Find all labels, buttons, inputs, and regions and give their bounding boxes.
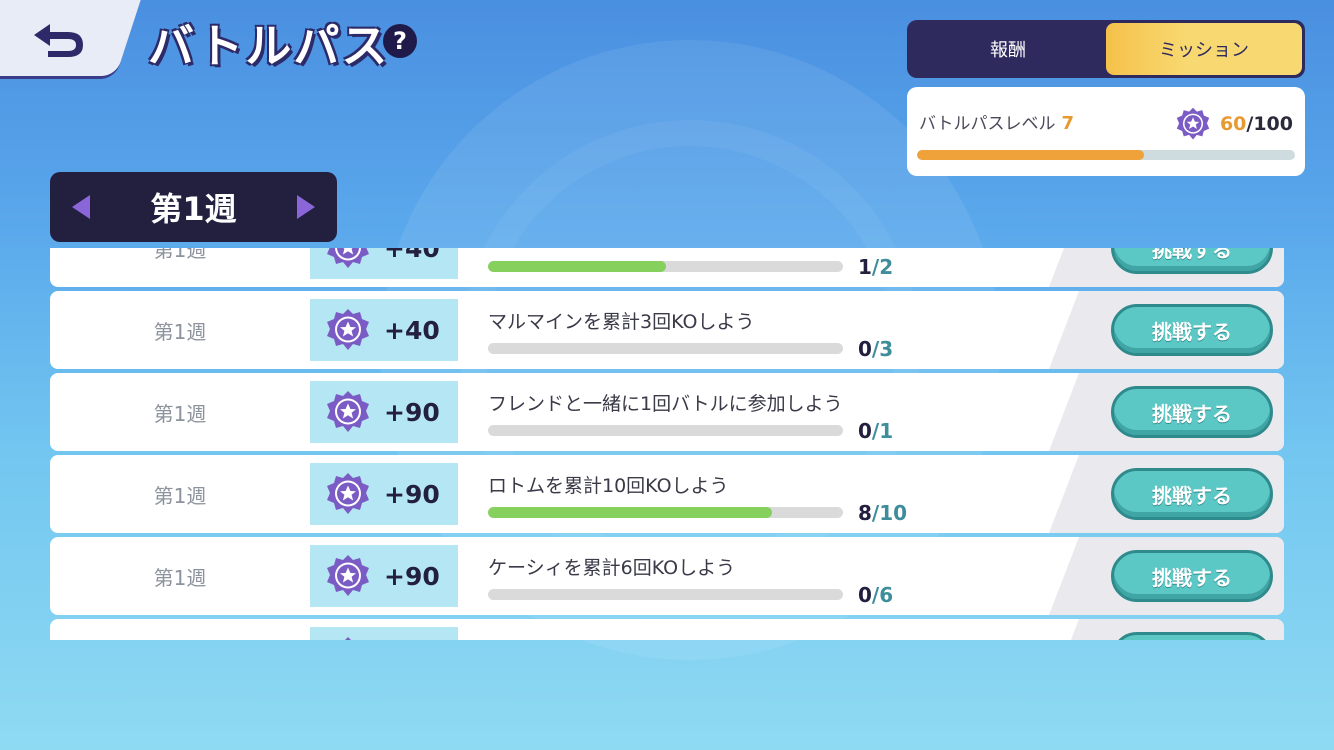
page-title: バトルパス xyxy=(148,19,390,73)
mission-progress-fill xyxy=(488,261,666,272)
mission-row: 第1週 +40 マルマインを累計3回KOしよう 0/3 挑戦する xyxy=(50,291,1284,369)
challenge-button[interactable]: 挑戦する xyxy=(1111,386,1273,438)
mission-progress-text: 0/1 xyxy=(858,419,893,443)
star-medal-icon xyxy=(327,555,369,596)
mission-row: 第1週 +40 1/2 挑戦する xyxy=(50,248,1284,287)
help-icon[interactable]: ? xyxy=(383,24,417,58)
mission-row xyxy=(50,619,1284,640)
reward-box xyxy=(310,627,458,640)
mission-progress-text: 0/3 xyxy=(858,337,893,361)
mission-progress-fill xyxy=(488,507,772,518)
week-next-arrow-icon[interactable] xyxy=(297,195,315,219)
mission-progress-bar xyxy=(488,425,843,436)
progress-total: /10 xyxy=(871,501,908,525)
progress-total: /3 xyxy=(871,337,894,361)
level-label: バトルパスレベル 7 xyxy=(919,109,1074,134)
mission-progress-bar xyxy=(488,343,843,354)
challenge-button[interactable]: 挑戦する xyxy=(1111,248,1273,274)
challenge-button[interactable] xyxy=(1111,632,1273,640)
progress-current: 0 xyxy=(858,583,872,607)
tab-rewards[interactable]: 報酬 xyxy=(910,23,1106,75)
mission-progress-bar xyxy=(488,261,843,272)
mission-week: 第1週 xyxy=(153,248,207,262)
mission-list[interactable]: 第1週 +40 1/2 挑戦する 第1週 +40 マルマインを累計3回KOしよう… xyxy=(50,248,1284,640)
star-medal-icon xyxy=(327,473,369,514)
week-prev-arrow-icon[interactable] xyxy=(72,195,90,219)
tab-missions[interactable]: ミッション xyxy=(1106,23,1302,75)
progress-current: 8 xyxy=(858,501,872,525)
reward-value: +90 xyxy=(384,561,440,591)
back-arrow-icon[interactable] xyxy=(28,18,88,60)
reward-value: +40 xyxy=(384,248,440,263)
reward-value: +40 xyxy=(384,315,440,345)
progress-total: /6 xyxy=(871,583,894,607)
points-current: 60 xyxy=(1219,113,1247,135)
challenge-button[interactable]: 挑戦する xyxy=(1111,468,1273,520)
tab-bar: 報酬 ミッション xyxy=(907,20,1305,78)
reward-value: +90 xyxy=(384,397,440,427)
week-selector: 第1週 xyxy=(50,172,337,242)
mission-progress-bar xyxy=(488,589,843,600)
mission-row: 第1週 +90 ロトムを累計10回KOしよう 8/10 挑戦する xyxy=(50,455,1284,533)
challenge-button[interactable]: 挑戦する xyxy=(1111,304,1273,356)
star-medal-icon xyxy=(1176,107,1210,140)
battle-pass-level-card: バトルパスレベル 7 60/100 xyxy=(907,87,1305,176)
star-medal-icon xyxy=(327,309,369,350)
mission-task: フレンドと一緒に1回バトルに参加しよう xyxy=(488,393,843,415)
mission-week: 第1週 xyxy=(153,319,207,344)
mission-week: 第1週 xyxy=(153,483,207,508)
challenge-button[interactable]: 挑戦する xyxy=(1111,550,1273,602)
progress-total: /1 xyxy=(871,419,894,443)
mission-week xyxy=(50,619,310,640)
progress-total: /2 xyxy=(871,255,894,279)
reward-box: +40 xyxy=(310,299,458,361)
week-label: 第1週 xyxy=(150,190,237,228)
points-display: 60/100 xyxy=(1176,107,1293,141)
reward-box: +40 xyxy=(310,248,458,279)
mission-row: 第1週 +90 フレンドと一緒に1回バトルに参加しよう 0/1 挑戦する xyxy=(50,373,1284,451)
reward-box: +90 xyxy=(310,463,458,525)
progress-current: 0 xyxy=(858,337,872,361)
reward-box: +90 xyxy=(310,545,458,607)
level-progress-bar xyxy=(917,150,1295,160)
reward-box: +90 xyxy=(310,381,458,443)
mission-week: 第1週 xyxy=(153,401,207,426)
level-progress-fill xyxy=(917,150,1144,160)
mission-task: ケーシィを累計6回KOしよう xyxy=(488,557,736,579)
mission-task: ロトムを累計10回KOしよう xyxy=(488,475,729,497)
star-medal-icon xyxy=(327,248,369,268)
star-medal-icon xyxy=(327,391,369,432)
mission-progress-text: 8/10 xyxy=(858,501,907,525)
reward-value: +90 xyxy=(384,479,440,509)
level-label-text: バトルパスレベル xyxy=(919,114,1056,134)
mission-week: 第1週 xyxy=(153,565,207,590)
progress-current: 1 xyxy=(858,255,872,279)
level-value: 7 xyxy=(1061,113,1075,134)
mission-progress-bar xyxy=(488,507,843,518)
mission-progress-text: 1/2 xyxy=(858,255,893,279)
mission-task: マルマインを累計3回KOしよう xyxy=(488,311,755,333)
points-total: /100 xyxy=(1246,113,1293,135)
progress-current: 0 xyxy=(858,419,872,443)
mission-row: 第1週 +90 ケーシィを累計6回KOしよう 0/6 挑戦する xyxy=(50,537,1284,615)
mission-progress-text: 0/6 xyxy=(858,583,893,607)
star-medal-icon xyxy=(336,637,360,640)
